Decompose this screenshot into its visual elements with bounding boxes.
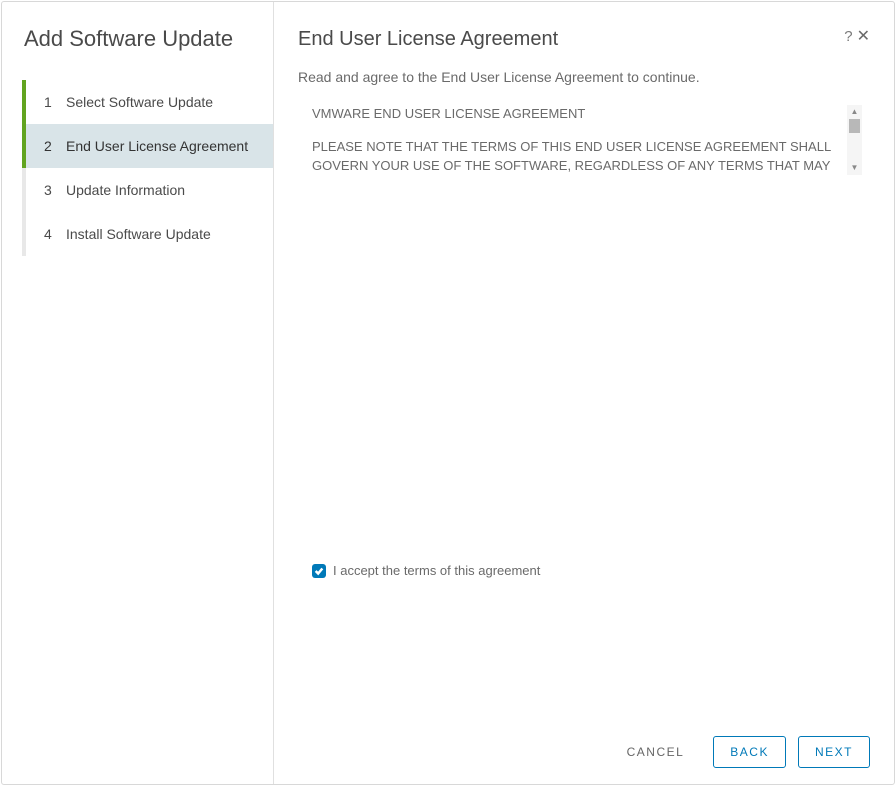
step-eula[interactable]: 2 End User License Agreement [22, 124, 273, 168]
eula-body: PLEASE NOTE THAT THE TERMS OF THIS END U… [312, 138, 844, 175]
help-icon[interactable]: ? [844, 28, 852, 45]
step-label: Select Software Update [66, 94, 213, 110]
wizard-footer: CANCEL BACK NEXT [298, 728, 870, 768]
eula-container: VMWARE END USER LICENSE AGREEMENT PLEASE… [312, 105, 862, 175]
back-button[interactable]: BACK [713, 736, 786, 768]
page-subtitle: Read and agree to the End User License A… [298, 69, 870, 85]
next-button[interactable]: NEXT [798, 736, 870, 768]
checkmark-icon [314, 566, 324, 576]
close-icon[interactable]: ✕ [857, 29, 870, 45]
page-title: End User License Agreement [298, 28, 558, 51]
accept-row: I accept the terms of this agreement [312, 563, 870, 578]
accept-checkbox[interactable] [312, 564, 326, 578]
step-label: Install Software Update [66, 226, 211, 242]
step-label: End User License Agreement [66, 138, 248, 154]
scroll-thumb[interactable] [849, 119, 860, 133]
step-select-software-update[interactable]: 1 Select Software Update [22, 80, 273, 124]
cancel-button[interactable]: CANCEL [610, 736, 702, 768]
step-update-information: 3 Update Information [22, 168, 273, 212]
scrollbar[interactable]: ▲ ▼ [847, 105, 862, 175]
step-label: Update Information [66, 182, 185, 198]
step-number: 4 [44, 226, 52, 242]
scroll-down-icon[interactable]: ▼ [847, 161, 862, 175]
step-install-software-update: 4 Install Software Update [22, 212, 273, 256]
wizard-title: Add Software Update [2, 26, 273, 80]
step-number: 3 [44, 182, 52, 198]
spacer [298, 175, 870, 563]
accept-label: I accept the terms of this agreement [333, 563, 540, 578]
page-header: End User License Agreement ? ✕ [298, 28, 870, 51]
eula-text[interactable]: VMWARE END USER LICENSE AGREEMENT PLEASE… [312, 105, 862, 175]
eula-heading: VMWARE END USER LICENSE AGREEMENT [312, 105, 844, 124]
wizard-main: End User License Agreement ? ✕ Read and … [274, 2, 894, 784]
header-actions: ? ✕ [844, 28, 870, 45]
step-number: 1 [44, 94, 52, 110]
wizard-steps: 1 Select Software Update 2 End User Lice… [2, 80, 273, 256]
wizard-sidebar: Add Software Update 1 Select Software Up… [2, 2, 274, 784]
scroll-up-icon[interactable]: ▲ [847, 105, 862, 119]
step-number: 2 [44, 138, 52, 154]
wizard-dialog: Add Software Update 1 Select Software Up… [1, 1, 895, 785]
